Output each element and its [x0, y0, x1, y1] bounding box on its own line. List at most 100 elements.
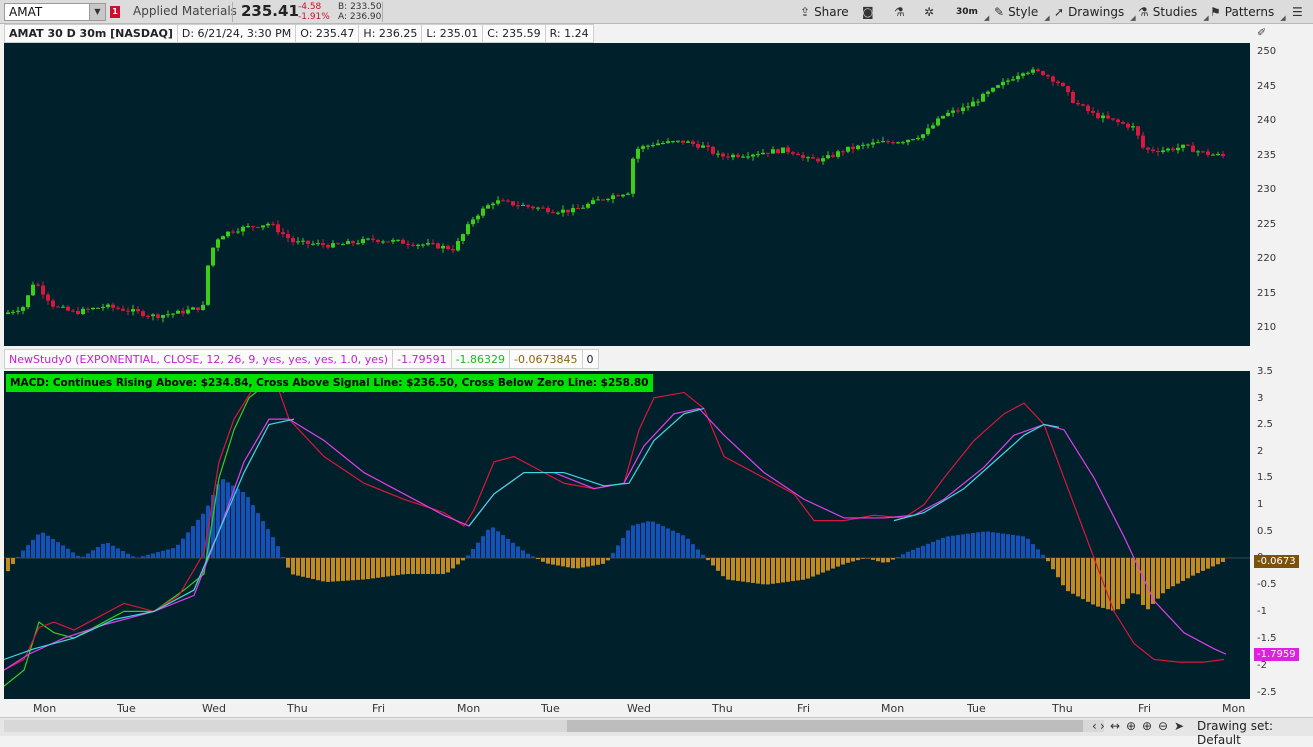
patterns-button[interactable]: ⚑ Patterns ◢ — [1206, 2, 1290, 22]
candle — [1196, 150, 1200, 157]
symbol-dropdown-icon[interactable]: ▼ — [89, 4, 105, 20]
candle — [836, 149, 840, 159]
candle — [346, 238, 350, 245]
candle — [436, 242, 440, 250]
drawings-button[interactable]: ➚ Drawings ◢ — [1050, 2, 1140, 22]
change-percent: -1.91% — [298, 12, 330, 22]
histogram-bar — [511, 542, 515, 558]
expand-icon[interactable]: ↔ — [1110, 719, 1120, 733]
candle — [1026, 71, 1030, 76]
candle — [561, 205, 565, 217]
candle — [1031, 67, 1035, 76]
drawing-set-label[interactable]: Drawing set: Default — [1197, 719, 1313, 747]
crosshair-icon[interactable]: ⊕ — [1126, 719, 1136, 733]
histogram-bar — [1116, 558, 1120, 610]
price-change: -4.58 -1.91% — [298, 2, 330, 22]
candle — [471, 216, 475, 227]
lab-button[interactable]: ⚗ — [890, 2, 909, 22]
cursor-icon: ➚ — [1054, 5, 1065, 19]
candle — [331, 240, 335, 249]
alert-flag-icon[interactable]: 1 — [110, 6, 120, 18]
histogram-bar — [821, 558, 825, 573]
candle — [916, 135, 920, 141]
candle — [981, 92, 985, 102]
timeframe-button[interactable]: 30m ◢ — [952, 2, 993, 22]
histogram-bar — [161, 550, 165, 558]
histogram-bar — [251, 505, 255, 558]
caret-icon: ◢ — [983, 14, 990, 22]
snapshot-button[interactable]: ◙ — [858, 2, 878, 22]
candle — [966, 102, 970, 111]
zoom-in-icon[interactable]: ⊕ — [1142, 719, 1152, 733]
histogram-bar — [1036, 549, 1040, 558]
study-name[interactable]: NewStudy0 (EXPONENTIAL, CLOSE, 12, 26, 9… — [4, 349, 394, 369]
candle — [206, 265, 210, 307]
candle — [1076, 100, 1080, 107]
candle — [456, 237, 460, 252]
candle — [376, 239, 380, 245]
histogram-bar — [731, 558, 735, 581]
candle — [731, 153, 735, 161]
candle — [626, 192, 630, 196]
macd-chart[interactable] — [3, 371, 1250, 699]
company-name: Applied Materials — [133, 4, 237, 18]
price-chart[interactable] — [4, 43, 1250, 346]
scrollbar-thumb[interactable] — [567, 720, 1083, 732]
symbol-input[interactable] — [5, 4, 87, 20]
flask-icon: ⚗ — [894, 5, 905, 19]
histogram-bar — [1091, 558, 1095, 605]
histogram-bar — [286, 558, 290, 568]
settings-button[interactable]: ✲ — [920, 2, 938, 22]
candle — [621, 194, 625, 198]
histogram-bar — [396, 558, 400, 576]
share-button[interactable]: ⇪ Share — [796, 2, 853, 22]
candle — [116, 305, 120, 310]
histogram-price-tag: -0.0673 — [1254, 555, 1299, 568]
histogram-bar — [11, 558, 15, 565]
symbol-selector[interactable]: ▼ — [4, 3, 106, 21]
histogram-bar — [191, 526, 195, 558]
histogram-bar — [371, 558, 375, 579]
studies-button[interactable]: ⚗ Studies ◢ — [1134, 2, 1213, 22]
scroll-left-icon[interactable]: ‹ — [1092, 719, 1097, 733]
histogram-bar — [321, 558, 325, 582]
histogram-bar — [896, 556, 900, 558]
histogram-bar — [381, 558, 385, 578]
candle — [1171, 146, 1175, 153]
histogram-bar — [1161, 558, 1165, 594]
candle — [751, 153, 755, 161]
candle — [201, 301, 205, 311]
histogram-bar — [791, 558, 795, 582]
candle — [1021, 72, 1025, 79]
candle — [466, 221, 470, 236]
histogram-bar — [1201, 558, 1205, 571]
chart-title: AMAT 30 D 30m [NASDAQ] — [4, 24, 178, 43]
histogram-bar — [746, 558, 750, 583]
candle — [141, 309, 145, 318]
histogram-bar — [946, 536, 950, 558]
histogram-bar — [496, 531, 500, 558]
bar-high: H: 236.25 — [359, 24, 423, 43]
histogram-bar — [686, 538, 690, 558]
macd-tick: -1 — [1257, 606, 1267, 617]
pointer-icon[interactable]: ➤ — [1174, 719, 1184, 733]
candle — [536, 206, 540, 211]
histogram-bar — [431, 558, 435, 575]
histogram-bar — [1191, 558, 1195, 576]
candle — [56, 305, 60, 308]
price-tick: 245 — [1257, 81, 1277, 92]
study-value-3: -0.0673845 — [510, 349, 583, 369]
time-label: Tue — [967, 702, 986, 715]
zoom-out-icon[interactable]: ⊖ — [1158, 719, 1168, 733]
histogram-bar — [306, 558, 310, 578]
time-label: Wed — [627, 702, 651, 715]
histogram-bar — [391, 558, 395, 576]
style-button[interactable]: ✎ Style ◢ — [990, 2, 1054, 22]
menu-button[interactable]: ☰ — [1288, 2, 1307, 22]
drawing-tool-icon[interactable]: ✐ — [1257, 26, 1266, 39]
caret-icon: ◢ — [1280, 14, 1286, 22]
scroll-right-icon[interactable]: › — [1100, 719, 1105, 733]
bar-range: R: 1.24 — [545, 24, 594, 43]
candle — [181, 307, 185, 317]
candle — [51, 298, 55, 310]
